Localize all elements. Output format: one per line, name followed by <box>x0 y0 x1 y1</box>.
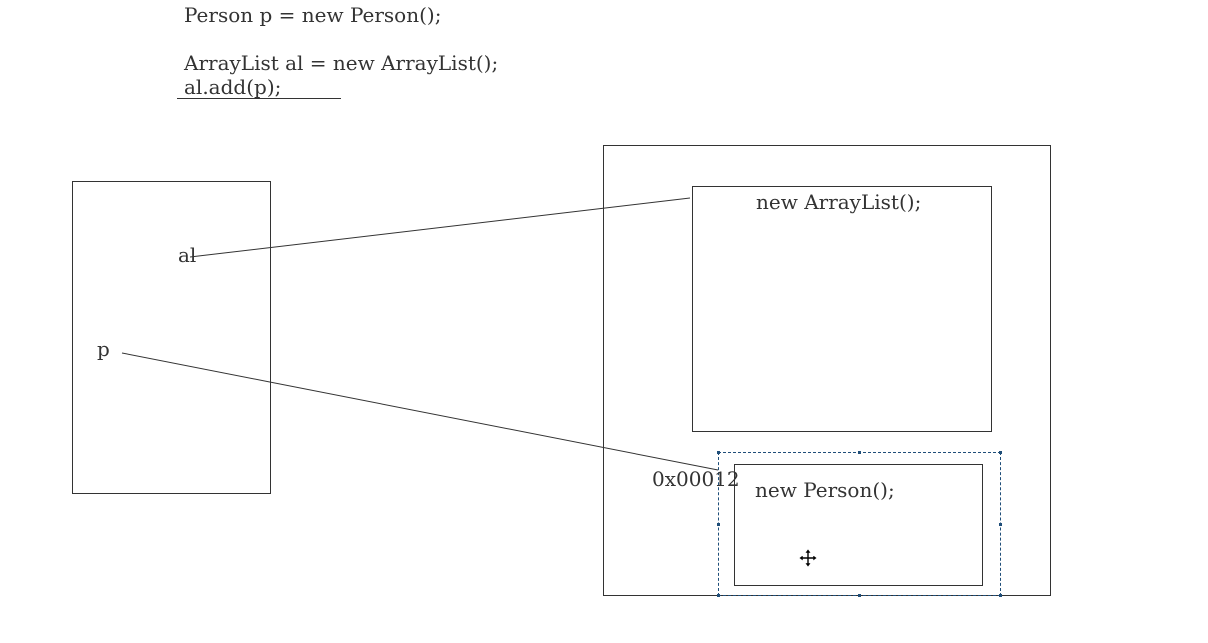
person-address-label: 0x00012 <box>652 467 740 491</box>
selection-handle-mr[interactable] <box>999 523 1002 526</box>
selection-handle-tl[interactable] <box>717 451 720 454</box>
code-line-add: al.add(p); <box>184 75 282 99</box>
move-cursor-icon <box>798 548 818 568</box>
code-line-underline <box>177 98 341 99</box>
stack-var-p: p <box>97 337 110 361</box>
selection-handle-ml[interactable] <box>717 523 720 526</box>
arraylist-object-label: new ArrayList(); <box>756 190 922 214</box>
selection-handle-tr[interactable] <box>999 451 1002 454</box>
selection-handle-tm[interactable] <box>858 451 861 454</box>
selection-handle-bm[interactable] <box>858 594 861 597</box>
selection-handle-bl[interactable] <box>717 594 720 597</box>
code-line-person: Person p = new Person(); <box>184 3 442 27</box>
code-line-arraylist: ArrayList al = new ArrayList(); <box>184 51 499 75</box>
person-object-label: new Person(); <box>755 478 895 502</box>
stack-var-al: al <box>178 243 197 267</box>
arraylist-object-box[interactable] <box>692 186 992 432</box>
selection-handle-br[interactable] <box>999 594 1002 597</box>
